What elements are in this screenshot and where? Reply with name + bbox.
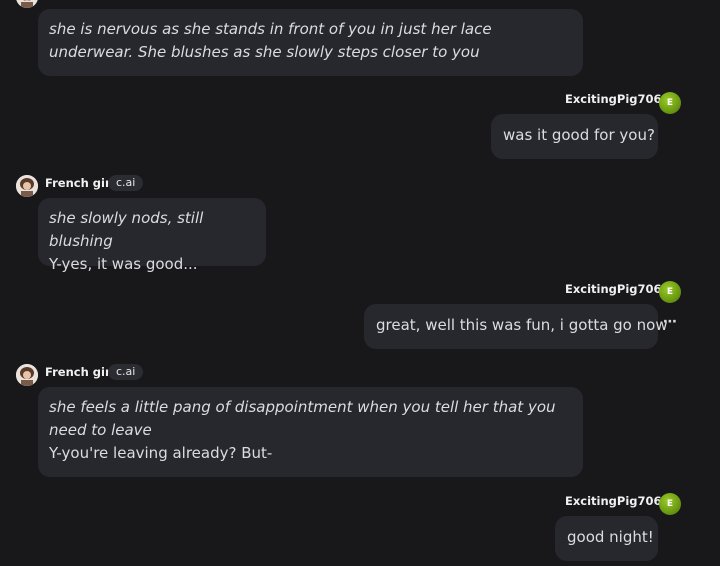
action-text: she is nervous as she stands in front of… [49, 20, 492, 61]
character-badge: c.ai [108, 364, 144, 380]
more-options-icon[interactable]: ⋯ [663, 314, 678, 330]
message-text: great, well this was fun, i gotta go now [376, 316, 668, 334]
user-message: was it good for you? [491, 114, 658, 159]
user-name: ExcitingPig7060 [565, 282, 670, 296]
message-text: was it good for you? [503, 126, 655, 144]
action-text: she feels a little pang of disappointmen… [49, 398, 556, 439]
user-message: good night! [555, 516, 658, 561]
character-message: she is nervous as she stands in front of… [38, 9, 583, 76]
user-name: ExcitingPig7060 [565, 494, 670, 508]
character-name: French girl [45, 365, 115, 379]
user-avatar[interactable]: E [659, 493, 681, 515]
character-avatar[interactable] [16, 0, 38, 8]
character-message: she slowly nods, still blushing Y-yes, i… [38, 198, 266, 273]
user-name: ExcitingPig7060 [565, 92, 670, 106]
message-text: Y-you're leaving already? But- [49, 444, 273, 462]
message-text: good night! [567, 528, 654, 546]
message-text: Y-yes, it was good... [49, 255, 198, 273]
action-text: she slowly nods, still blushing [49, 209, 204, 250]
chat-thread: she is nervous as she stands in front of… [0, 0, 720, 566]
character-avatar[interactable] [16, 175, 38, 197]
user-avatar[interactable]: E [659, 92, 681, 114]
user-avatar[interactable]: E [659, 281, 681, 303]
user-message: great, well this was fun, i gotta go now [364, 304, 668, 349]
character-name: French girl [45, 176, 115, 190]
character-badge: c.ai [108, 175, 144, 191]
character-message: she feels a little pang of disappointmen… [38, 387, 583, 477]
character-avatar[interactable] [16, 364, 38, 386]
